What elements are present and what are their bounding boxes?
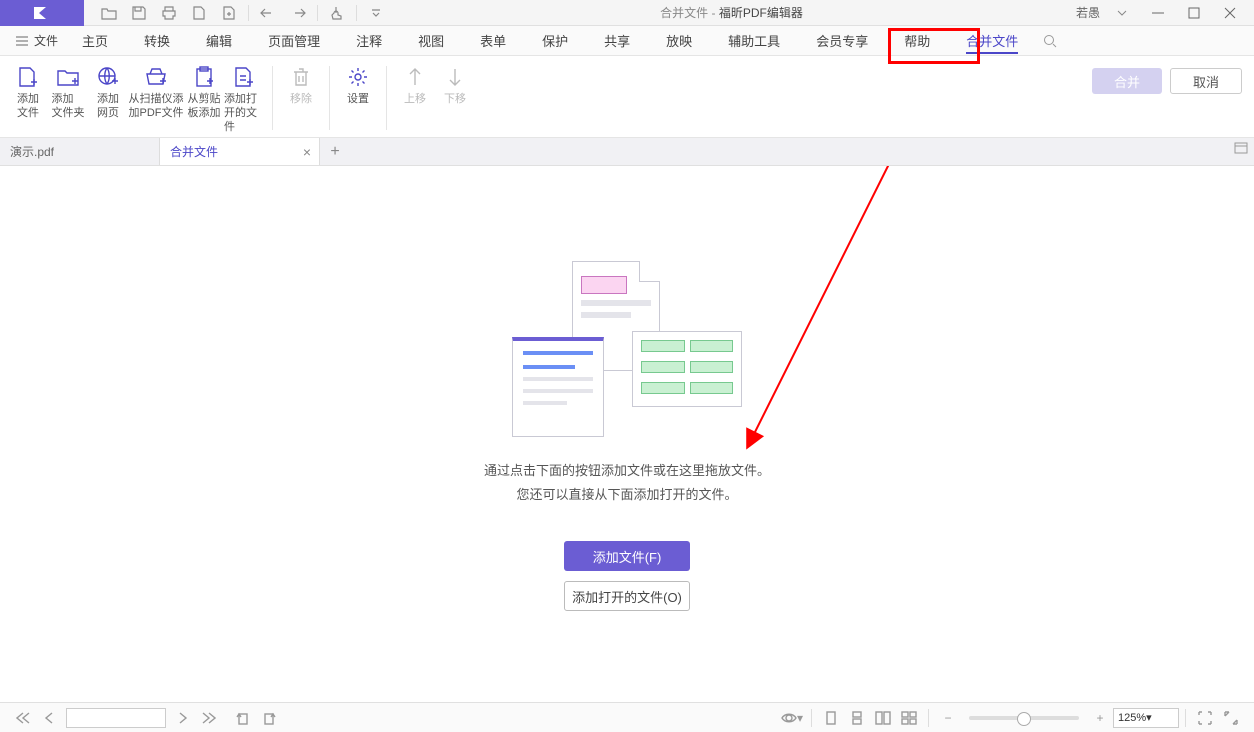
- zoom-out-icon[interactable]: −: [935, 705, 961, 731]
- menu-page-manage[interactable]: 页面管理: [250, 26, 338, 56]
- remove-button: 移除: [281, 62, 321, 108]
- fullscreen-icon[interactable]: [1218, 705, 1244, 731]
- move-down-button: 下移: [435, 62, 475, 108]
- continuous-facing-icon[interactable]: [896, 705, 922, 731]
- menu-form[interactable]: 表单: [462, 26, 524, 56]
- continuous-icon[interactable]: [844, 705, 870, 731]
- new-tab-button[interactable]: +: [320, 138, 350, 165]
- print-icon[interactable]: [154, 0, 184, 26]
- app-title: 福昕PDF编辑器: [719, 6, 803, 20]
- user-dropdown-icon[interactable]: [1104, 0, 1140, 26]
- menu-convert[interactable]: 转换: [126, 26, 188, 56]
- move-up-button: 上移: [395, 62, 435, 108]
- file-menu-label: 文件: [34, 32, 58, 49]
- menu-home[interactable]: 主页: [64, 26, 126, 56]
- page-add-icon[interactable]: [214, 0, 244, 26]
- app-logo[interactable]: [0, 0, 84, 26]
- settings-button[interactable]: 设置: [338, 62, 378, 108]
- read-mode-icon[interactable]: ▾: [779, 705, 805, 731]
- tab-demo-pdf[interactable]: 演示.pdf: [0, 138, 160, 165]
- add-file-button[interactable]: 添加 文件: [8, 62, 48, 122]
- add-files-button[interactable]: 添加文件(F): [564, 541, 690, 571]
- title-bar: 合并文件 - 福昕PDF编辑器 若愚: [0, 0, 1254, 26]
- add-open-files-button[interactable]: 添加打 开的文件: [224, 62, 264, 136]
- undo-icon[interactable]: [253, 0, 283, 26]
- hint-text: 通过点击下面的按钮添加文件或在这里拖放文件。 您还可以直接从下面添加打开的文件。: [484, 459, 770, 507]
- menu-protect[interactable]: 保护: [524, 26, 586, 56]
- next-page-icon[interactable]: [170, 705, 196, 731]
- rotate-left-icon[interactable]: [230, 705, 256, 731]
- tab-merge-files[interactable]: 合并文件 ×: [160, 138, 320, 165]
- first-page-icon[interactable]: [10, 705, 36, 731]
- last-page-icon[interactable]: [196, 705, 222, 731]
- menu-accessibility[interactable]: 辅助工具: [710, 26, 798, 56]
- fit-width-icon[interactable]: [1192, 705, 1218, 731]
- user-name[interactable]: 若愚: [1072, 4, 1104, 21]
- quick-access-toolbar: [84, 0, 391, 26]
- window-title: 合并文件 - 福昕PDF编辑器: [391, 4, 1072, 21]
- menu-annotate[interactable]: 注释: [338, 26, 400, 56]
- file-menu[interactable]: 文件: [10, 32, 64, 49]
- single-page-icon[interactable]: [818, 705, 844, 731]
- touch-icon[interactable]: [322, 0, 352, 26]
- maximize-icon[interactable]: [1176, 0, 1212, 26]
- empty-state-illustration: [512, 261, 742, 441]
- menu-bar: 文件 主页 转换 编辑 页面管理 注释 视图 表单 保护 共享 放映 辅助工具 …: [0, 26, 1254, 56]
- menu-share[interactable]: 共享: [586, 26, 648, 56]
- zoom-value[interactable]: 125% ▾: [1113, 708, 1179, 728]
- zoom-slider[interactable]: [969, 716, 1079, 720]
- doc-title: 合并文件: [660, 6, 708, 20]
- open-icon[interactable]: [94, 0, 124, 26]
- redo-icon[interactable]: [283, 0, 313, 26]
- cancel-button[interactable]: 取消: [1170, 68, 1242, 94]
- document-tabs: 演示.pdf 合并文件 × +: [0, 138, 1254, 166]
- add-from-scanner-button[interactable]: 从扫描仪添 加PDF文件: [128, 62, 184, 122]
- save-icon[interactable]: [124, 0, 154, 26]
- rotate-right-icon[interactable]: [256, 705, 282, 731]
- status-bar: ▾ − + 125% ▾: [0, 702, 1254, 732]
- search-icon[interactable]: [1036, 34, 1064, 48]
- qat-dropdown-icon[interactable]: [361, 0, 391, 26]
- menu-merge-files[interactable]: 合并文件: [948, 26, 1036, 56]
- merge-drop-zone[interactable]: 通过点击下面的按钮添加文件或在这里拖放文件。 您还可以直接从下面添加打开的文件。…: [0, 166, 1254, 706]
- menu-view[interactable]: 视图: [400, 26, 462, 56]
- prev-page-icon[interactable]: [36, 705, 62, 731]
- menu-help[interactable]: 帮助: [886, 26, 948, 56]
- add-webpage-button[interactable]: 添加 网页: [88, 62, 128, 122]
- minimize-icon[interactable]: [1140, 0, 1176, 26]
- tab-options-icon[interactable]: [1234, 142, 1248, 157]
- menu-edit[interactable]: 编辑: [188, 26, 250, 56]
- add-folder-button[interactable]: 添加 文件夹: [48, 62, 88, 122]
- close-icon[interactable]: [1212, 0, 1248, 26]
- add-open-files-main-button[interactable]: 添加打开的文件(O): [564, 581, 690, 611]
- facing-icon[interactable]: [870, 705, 896, 731]
- menu-slideshow[interactable]: 放映: [648, 26, 710, 56]
- page-number-input[interactable]: [66, 708, 166, 728]
- ribbon-toolbar: 添加 文件 添加 文件夹 添加 网页 从扫描仪添 加PDF文件 从剪贴 板添加 …: [0, 56, 1254, 138]
- merge-button: 合并: [1092, 68, 1162, 94]
- page-icon[interactable]: [184, 0, 214, 26]
- add-from-clipboard-button[interactable]: 从剪贴 板添加: [184, 62, 224, 122]
- tab-close-icon[interactable]: ×: [303, 144, 311, 160]
- menu-vip[interactable]: 会员专享: [798, 26, 886, 56]
- zoom-in-icon[interactable]: +: [1087, 705, 1113, 731]
